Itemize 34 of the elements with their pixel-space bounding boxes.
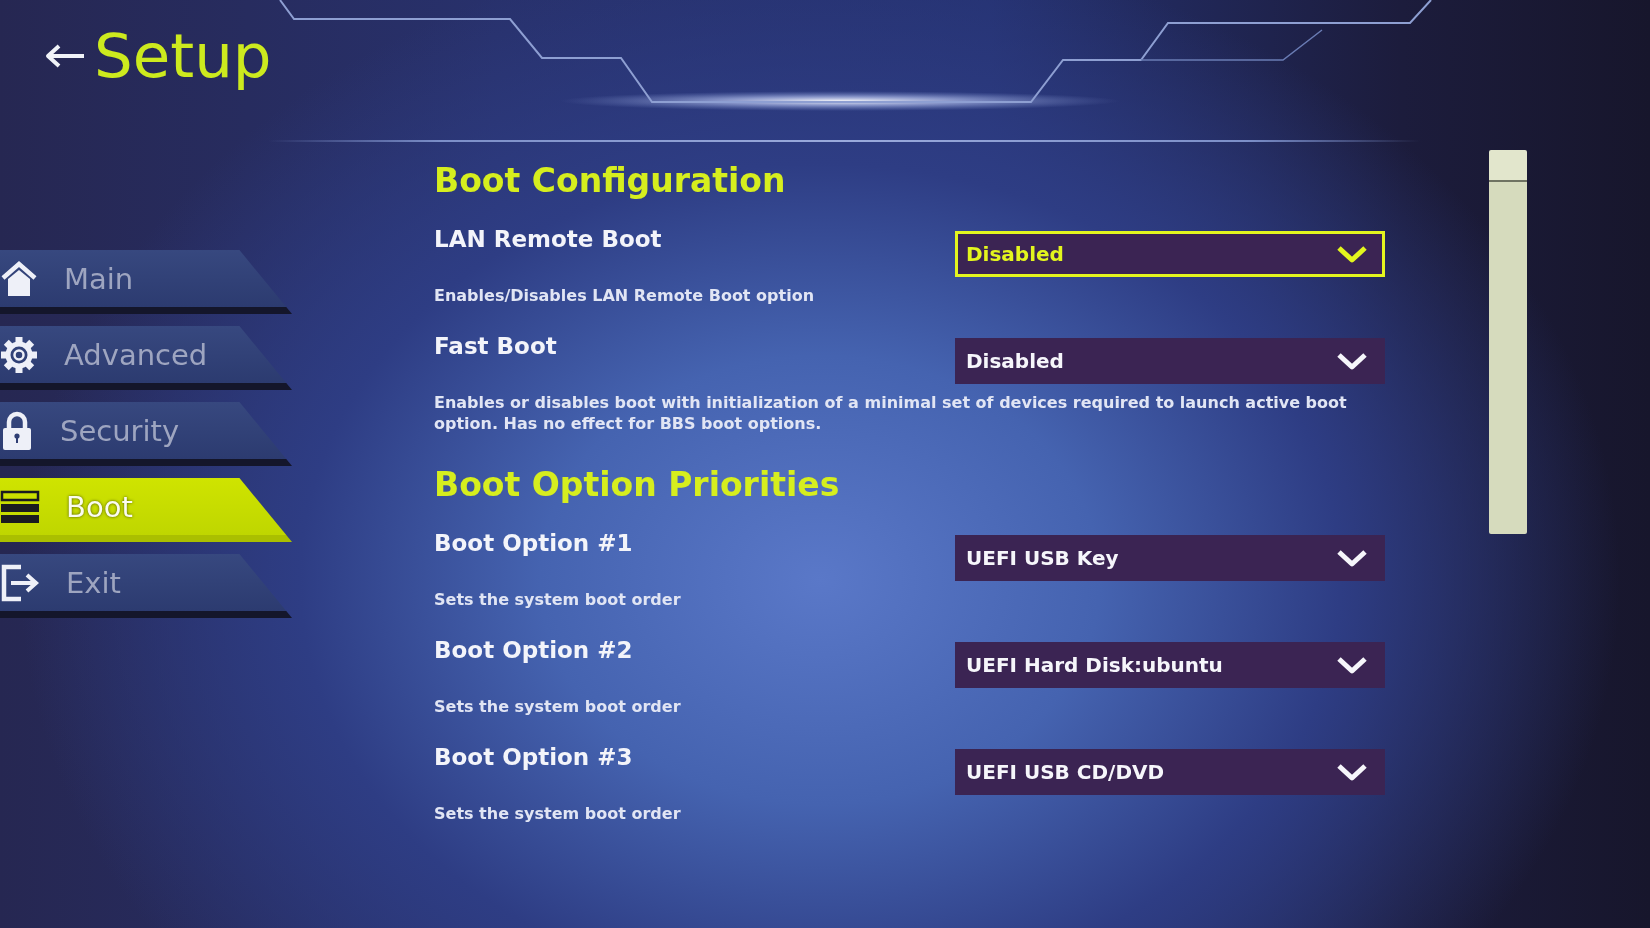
setting-label: Boot Option #3 [434,743,633,771]
chevron-down-icon [1336,656,1368,674]
setting-description: Sets the system boot order [434,696,681,717]
chevron-down-icon [1336,549,1368,567]
chevron-down-icon [1336,245,1368,263]
stacked-bars-icon [0,489,40,524]
setting-dropdown[interactable]: Disabled [955,338,1385,384]
setting-label: Boot Option #1 [434,529,633,557]
exit-icon [0,563,40,602]
setting-description: Sets the system boot order [434,589,681,610]
chevron-down-icon [1336,352,1368,370]
setting-description: Sets the system boot order [434,803,681,824]
back-arrow-icon[interactable] [44,44,86,68]
house-icon [0,260,38,297]
setting-dropdown[interactable]: UEFI USB Key [955,535,1385,581]
sidebar-tab[interactable]: Security [0,402,292,466]
setting-label: Fast Boot [434,332,557,360]
setting-dropdown[interactable]: Disabled [955,231,1385,277]
setting-dropdown[interactable]: UEFI Hard Disk:ubuntu [955,642,1385,688]
setting-dropdown[interactable]: UEFI USB CD/DVD [955,749,1385,795]
setting-description: Enables or disables boot with initialization of a minimal set of devices required to launch active boot option. Has no effect for BBS boot options. [434,392,1348,434]
sidebar-tab[interactable]: Advanced [0,326,292,390]
page-title: Setup [94,24,272,88]
padlock-icon [0,410,34,451]
setting-label: Boot Option #2 [434,636,633,664]
chevron-down-icon [1336,763,1368,781]
gear-icon [0,335,38,374]
scrollbar[interactable] [1489,150,1527,534]
setting-label: LAN Remote Boot [434,225,662,253]
section-heading: Boot Option Priorities [434,466,841,504]
setting-description: Enables/Disables LAN Remote Boot option [434,285,815,306]
sidebar-tab[interactable]: Main [0,250,292,314]
section-heading: Boot Configuration [434,162,787,200]
sidebar-tab[interactable]: Exit [0,554,292,618]
